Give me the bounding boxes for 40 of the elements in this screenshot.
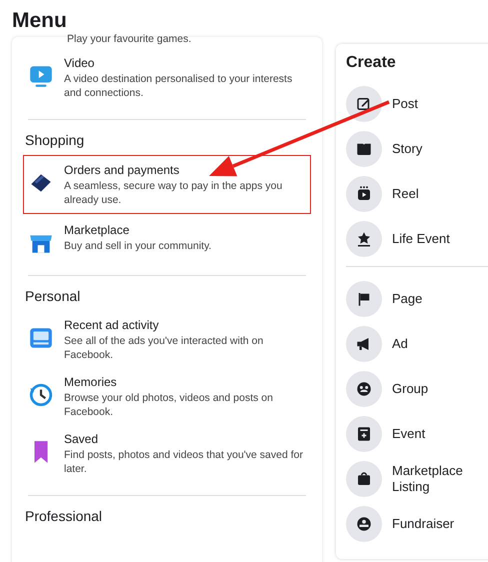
- menu-item[interactable]: Marketplace Buy and sell in your community.: [20, 217, 314, 261]
- create-option[interactable]: Group: [392, 381, 472, 397]
- item-description: Play your favourite games.: [67, 32, 192, 46]
- star-icon: [355, 230, 373, 248]
- create-option[interactable]: Event: [392, 426, 472, 442]
- create-heading: Create: [346, 54, 397, 73]
- item-title: Orders and payments: [64, 162, 180, 179]
- reel-icon: [355, 185, 373, 203]
- create-option[interactable]: Page: [392, 291, 472, 307]
- calendar-icon: [355, 425, 373, 443]
- item-title: Saved: [64, 431, 100, 448]
- bag-icon: [355, 470, 373, 488]
- item-title: Memories: [64, 374, 118, 391]
- menu-item[interactable]: Recent ad activity See all of the ads you've interacted with on Facebook.: [20, 312, 314, 367]
- menu-item[interactable]: Play your favourite games.: [20, 32, 314, 48]
- item-description: See all of the ads you've interacted with on Facebook.: [64, 334, 264, 362]
- item-description: Buy and sell in your community.: [64, 239, 212, 253]
- create-option[interactable]: Life Event: [392, 231, 472, 247]
- item-description: A video destination personalised to your interests and connections.: [64, 72, 294, 100]
- section-heading: Shopping: [24, 131, 86, 150]
- create-option[interactable]: Reel: [392, 186, 472, 202]
- menu-item[interactable]: Memories Browse your old photos, videos and posts on Facebook.: [20, 369, 314, 424]
- item-description: Find posts, photos and videos that you've saved for later.: [64, 448, 304, 476]
- create-option[interactable]: Ad: [392, 336, 472, 352]
- section-heading: Professional: [24, 507, 104, 526]
- item-title: Recent ad activity: [64, 317, 160, 334]
- section-heading: Personal: [24, 287, 82, 306]
- item-title: Video: [64, 55, 96, 72]
- create-option[interactable]: Story: [392, 141, 472, 157]
- menu-item[interactable]: Video A video destination personalised to your interests and connections.: [20, 50, 314, 105]
- menu-item[interactable]: Orders and payments A seamless, secure way to pay in the apps you already use.: [24, 156, 310, 213]
- item-title: Marketplace: [64, 222, 130, 239]
- create-option[interactable]: Post: [392, 96, 472, 112]
- create-option[interactable]: Marketplace Listing: [392, 463, 472, 495]
- item-description: Browse your old photos, videos and posts on Facebook.: [64, 391, 274, 419]
- item-description: A seamless, secure way to pay in the apps you already use.: [64, 179, 284, 207]
- clock-icon: [28, 382, 54, 408]
- create-option[interactable]: Fundraiser: [392, 516, 472, 532]
- menu-title: Menu: [11, 8, 68, 33]
- menu-item[interactable]: Saved Find posts, photos and videos that you've saved for later.: [20, 426, 314, 481]
